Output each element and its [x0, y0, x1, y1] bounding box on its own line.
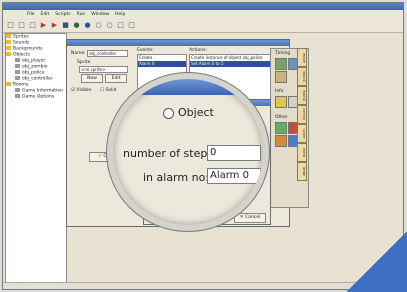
folder-icon — [6, 46, 11, 50]
name-label: Name: — [71, 51, 86, 56]
game-info-icon[interactable]: □ — [127, 21, 136, 30]
tab-move[interactable]: move — [297, 48, 307, 67]
new-sprite-button[interactable]: New — [81, 74, 103, 83]
radio-icon — [163, 107, 174, 119]
menu-run[interactable]: Run — [77, 12, 86, 17]
set-alarm-icon[interactable] — [275, 58, 287, 70]
visible-checkbox[interactable]: ☑ Visible — [71, 88, 91, 93]
add-sound-icon[interactable]: ● — [83, 21, 92, 30]
tab-draw[interactable]: draw — [297, 162, 307, 181]
steps-label: number of steps: — [123, 147, 217, 160]
timeline-step-icon[interactable] — [275, 71, 287, 83]
run-icon[interactable]: ▶ — [39, 21, 48, 30]
object-icon — [15, 76, 20, 80]
info-label: Info — [275, 89, 284, 94]
name-input[interactable]: obj_controller — [87, 50, 128, 57]
info-icon — [15, 88, 20, 92]
new-icon[interactable]: □ — [6, 21, 15, 30]
add-sprite-icon[interactable]: ● — [72, 21, 81, 30]
options-icon — [15, 94, 20, 98]
screenshot-frame: File Edit Scripts Run Window Help □ □ □ … — [0, 0, 407, 292]
object-icon — [15, 70, 20, 74]
folder-icon — [6, 82, 11, 86]
add-room-icon[interactable]: □ — [116, 21, 125, 30]
resource-tree: Sprites Sounds Backgrounds Objects obj_p… — [5, 33, 67, 285]
alarm-label: in alarm no: — [143, 171, 210, 184]
action-item[interactable]: Set Alarm 0 to 5 — [190, 61, 270, 67]
event-item[interactable]: Alarm 0 — [138, 61, 186, 67]
menu-file[interactable]: File — [27, 12, 35, 17]
folder-icon — [6, 40, 11, 44]
timing-label: Timing — [275, 51, 291, 56]
events-label: Events: — [137, 48, 154, 53]
window-title-bar — [3, 3, 403, 10]
debug-run-icon[interactable]: ▶ — [50, 21, 59, 30]
dialog-cancel-button[interactable]: ✕ Cancel — [234, 213, 266, 223]
menu-scripts[interactable]: Scripts — [55, 12, 70, 17]
tab-main2[interactable]: main2 — [297, 86, 307, 105]
object-icon — [15, 64, 20, 68]
object-window-title-bar — [67, 40, 289, 46]
menu-bar: File Edit Scripts Run Window Help — [3, 10, 403, 18]
tab-score[interactable]: score — [297, 124, 307, 143]
add-background-icon[interactable]: ○ — [94, 21, 103, 30]
tree-item-game-options[interactable]: Game Options — [6, 94, 66, 100]
actions-label: Actions: — [189, 48, 207, 53]
menu-help[interactable]: Help — [115, 12, 125, 17]
corner-ribbon — [345, 232, 407, 292]
other-action-icon[interactable] — [275, 135, 287, 147]
other-label: Other — [275, 115, 288, 120]
object-radio[interactable]: Object — [163, 106, 214, 119]
tab-main1[interactable]: main1 — [297, 67, 307, 86]
menu-edit[interactable]: Edit — [41, 12, 50, 17]
alarm-select[interactable]: Alarm 0 — [207, 168, 261, 184]
magnified-title-bar — [113, 79, 263, 95]
stop-icon[interactable]: ■ — [61, 21, 70, 30]
game-maker-window: File Edit Scripts Run Window Help □ □ □ … — [2, 2, 404, 290]
menu-window[interactable]: Window — [91, 12, 109, 17]
tab-control[interactable]: control — [297, 105, 307, 124]
object-icon — [15, 58, 20, 62]
sprite-select[interactable]: <no sprite> — [79, 66, 128, 73]
folder-icon — [6, 52, 11, 56]
other-action-icon[interactable] — [275, 122, 287, 134]
status-bar — [3, 282, 403, 289]
magnified-dialog-region: Object number of steps: 0 in alarm no: A… — [107, 73, 269, 231]
tab-extra[interactable]: extra — [297, 143, 307, 162]
open-icon[interactable]: □ — [17, 21, 26, 30]
toolbar: □ □ □ ▶ ▶ ■ ● ● ○ ○ □ □ — [3, 18, 403, 33]
save-icon[interactable]: □ — [28, 21, 37, 30]
steps-input[interactable]: 0 — [207, 145, 261, 161]
add-object-icon[interactable]: ○ — [105, 21, 114, 30]
folder-icon — [6, 34, 11, 38]
sprite-label: Sprite — [77, 60, 91, 65]
info-icon[interactable] — [275, 96, 287, 108]
